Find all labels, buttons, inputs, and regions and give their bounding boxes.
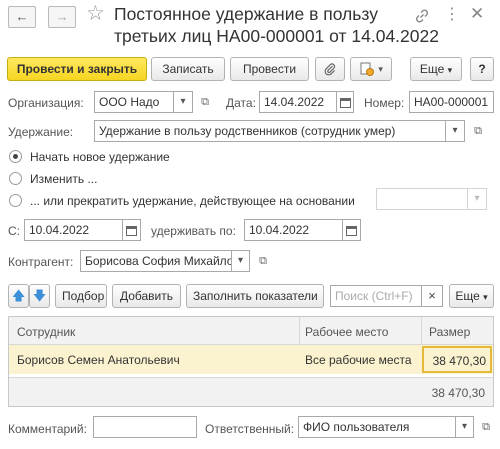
clear-search-button[interactable]: × (421, 285, 443, 307)
to-date-label: удерживать по: (151, 224, 236, 238)
total-amount: 38 470,30 (431, 386, 485, 400)
radio-new-deduction[interactable] (9, 150, 22, 163)
move-up-button[interactable]: 🡅 (8, 284, 29, 308)
column-header-employee[interactable]: Сотрудник (17, 325, 75, 339)
open-form-icon[interactable]: ⧉ (255, 253, 271, 269)
responsible-label: Ответственный: (205, 422, 295, 436)
kebab-menu-icon[interactable]: ⋮ (444, 6, 460, 24)
fill-indicators-button[interactable]: Заполнить показатели (186, 284, 324, 308)
back-button[interactable]: ← (8, 6, 36, 28)
contractor-dropdown-button[interactable]: ▾ (231, 250, 250, 272)
chevron-down-icon: ▾ (447, 65, 453, 75)
amount-value: 38 470,30 (432, 354, 486, 368)
back-arrow-icon: ← (15, 9, 29, 24)
move-down-icon: 🡇 (32, 288, 47, 303)
contractor-field[interactable]: Борисова София Михайловна (80, 250, 232, 272)
workplace-cell[interactable]: Все рабочие места (305, 353, 412, 367)
org-label: Организация: (8, 96, 84, 110)
add-button[interactable]: Добавить (112, 284, 181, 308)
contractor-label: Контрагент: (8, 255, 74, 269)
to-date-calendar-button[interactable] (342, 219, 361, 241)
post-button[interactable]: Провести (230, 57, 309, 81)
title-line-2: третьих лиц НА00-000001 от 14.04.2022 (114, 26, 439, 46)
post-and-close-button[interactable]: Провести и закрыть (7, 57, 147, 81)
amount-cell[interactable]: 38 470,30 (422, 346, 492, 373)
responsible-field[interactable]: ФИО пользователя (298, 416, 456, 438)
chevron-down-icon: ▾ (483, 292, 488, 302)
forward-button[interactable]: → (48, 6, 76, 28)
table-more-button[interactable]: Еще ▾ (449, 284, 494, 308)
org-dropdown-button[interactable]: ▾ (173, 91, 193, 113)
number-label: Номер: (364, 96, 405, 110)
basis-dropdown-button[interactable]: ▾ (467, 188, 487, 210)
radio-stop[interactable] (9, 194, 22, 207)
from-date-field[interactable]: 10.04.2022 (24, 219, 123, 241)
employee-cell[interactable]: Борисов Семен Анатольевич (17, 353, 180, 367)
open-form-icon[interactable]: ⧉ (478, 419, 494, 435)
star-icon[interactable]: ☆ (86, 2, 105, 26)
calendar-icon (126, 226, 137, 236)
date-label: Дата: (226, 96, 256, 110)
link-icon[interactable] (414, 8, 430, 24)
responsible-dropdown-button[interactable]: ▾ (455, 416, 474, 438)
close-icon[interactable]: ✕ (470, 4, 484, 24)
move-down-button[interactable]: 🡇 (29, 284, 50, 308)
from-date-label: С: (8, 224, 20, 238)
number-field[interactable]: НА00-000001 (409, 91, 494, 113)
date-calendar-button[interactable] (336, 91, 354, 113)
move-up-icon: 🡅 (11, 288, 26, 303)
chevron-down-icon: ▾ (237, 255, 244, 266)
save-button[interactable]: Записать (151, 57, 225, 81)
document-status-button[interactable]: ▾ (350, 57, 392, 81)
more-button-label: Еще (419, 62, 445, 76)
table-footer (9, 377, 493, 406)
radio-change[interactable] (9, 172, 22, 185)
radio-new-label: Начать новое удержание (30, 150, 170, 164)
calendar-icon (346, 226, 357, 236)
paperclip-icon (324, 63, 336, 76)
chevron-down-icon: ▾ (180, 96, 186, 107)
from-date-calendar-button[interactable] (122, 219, 141, 241)
to-date-field[interactable]: 10.04.2022 (244, 219, 343, 241)
radio-change-label: Изменить ... (30, 172, 98, 186)
dropdown-arrow-icon: ▾ (378, 64, 383, 74)
table-more-label: Еще (455, 289, 480, 303)
chevron-down-icon: ▾ (461, 421, 468, 432)
calendar-icon (339, 98, 351, 108)
attachments-button[interactable] (315, 57, 345, 81)
more-button[interactable]: Еще ▾ (410, 57, 462, 81)
help-button[interactable]: ? (470, 57, 494, 81)
basis-document-field[interactable] (376, 188, 468, 210)
select-button[interactable]: Подбор (55, 284, 107, 308)
deduction-dropdown-button[interactable]: ▾ (445, 120, 465, 142)
deduction-field[interactable]: Удержание в пользу родственников (сотруд… (94, 120, 446, 142)
comment-label: Комментарий: (8, 422, 87, 436)
org-field[interactable]: ООО Надо (94, 91, 174, 113)
radio-stop-label: ... или прекратить удержание, действующе… (30, 194, 355, 208)
column-header-amount[interactable]: Размер (429, 325, 470, 339)
forward-arrow-icon: → (55, 9, 69, 24)
date-field[interactable]: 14.04.2022 (259, 91, 337, 113)
clear-icon: × (428, 288, 436, 303)
comment-field[interactable] (93, 416, 197, 438)
deduction-label: Удержание: (8, 125, 74, 139)
document-status-icon (360, 62, 375, 76)
column-header-workplace[interactable]: Рабочее место (305, 325, 388, 339)
chevron-down-icon: ▾ (474, 193, 480, 204)
open-form-icon[interactable]: ⧉ (470, 123, 486, 139)
chevron-down-icon: ▾ (452, 125, 458, 136)
open-form-icon[interactable]: ⧉ (197, 94, 213, 110)
search-input[interactable]: Поиск (Ctrl+F) (330, 285, 422, 307)
employees-table: Сотрудник Рабочее место Размер Борисов С… (8, 316, 494, 407)
